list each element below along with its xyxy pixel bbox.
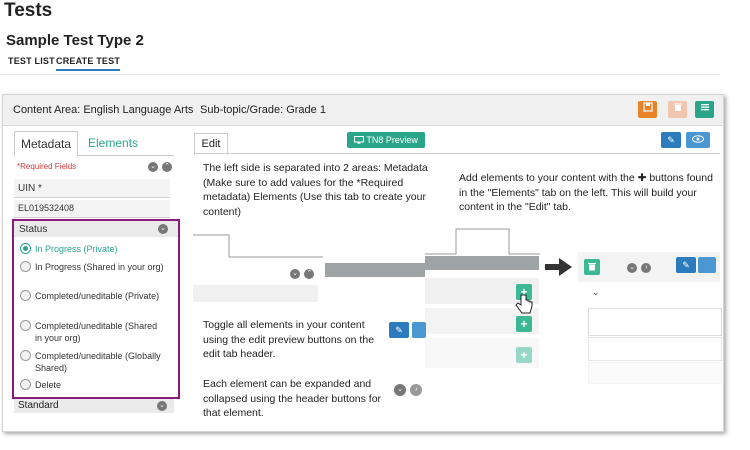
standard-header[interactable]: Standard ⌄ [14, 399, 174, 413]
element-delete-button [584, 259, 600, 275]
preview-mode-button[interactable] [686, 132, 710, 148]
arrow-right-icon [545, 258, 572, 276]
required-note: *Required Fields [17, 162, 77, 171]
standard-label: Standard [18, 400, 59, 411]
menu-button[interactable] [695, 101, 714, 118]
eye-icon [692, 135, 704, 143]
divider [0, 74, 720, 75]
panel-header: Content Area: English Language Arts Sub-… [3, 95, 723, 126]
test-type-title: Sample Test Type 2 [6, 32, 144, 49]
element-header-bar [325, 263, 425, 277]
subtopic-label: Sub-topic/Grade: Grade 1 [200, 104, 326, 116]
standard-expand-icon[interactable]: ⌄ [157, 401, 167, 411]
radio[interactable] [20, 320, 31, 331]
save-button[interactable] [638, 101, 657, 118]
next-icon: › [641, 262, 652, 273]
content-field-2 [588, 337, 722, 361]
expand-collapse-pair: ⌄ ⌃ [290, 265, 320, 279]
status-option-label: In Progress (Private) [35, 244, 118, 254]
status-option-label: Completed/uneditable (Shared in your org… [35, 321, 158, 343]
page-title: Tests [4, 0, 53, 21]
trash-icon [588, 263, 596, 271]
element-body-placeholder [193, 285, 318, 302]
tabbed-container-illustration [193, 234, 323, 258]
collapse-icon: ⌄ [290, 268, 300, 279]
edit-mode-button[interactable]: ✎ [661, 132, 681, 148]
status-collapse-icon[interactable]: ⌄ [158, 224, 168, 234]
trash-icon [673, 103, 682, 111]
radio[interactable] [20, 350, 31, 361]
status-header: Status ⌄ [14, 221, 178, 237]
element-expand-collapse: ⌄ › [627, 259, 667, 273]
left-tabs: Metadata Elements [14, 131, 174, 157]
radio-selected[interactable] [20, 243, 31, 254]
status-group: Status ⌄ In Progress (Private) In Progre… [12, 219, 180, 399]
tn8-preview-label: TN8 Preview [366, 135, 418, 145]
uin-label-row: UIN * [14, 179, 170, 198]
edit-toggle-sample: ✎ [389, 322, 409, 338]
add-element-button[interactable]: + [516, 347, 532, 363]
status-label: Status [19, 224, 48, 235]
expand-all-icon[interactable]: ⌃ [162, 162, 172, 172]
elements-header-bar [425, 256, 539, 270]
status-option-label: Delete [35, 380, 62, 390]
status-option-label: In Progress (Shared in your org) [35, 262, 164, 272]
tab-create-test[interactable]: CREATE TEST [56, 56, 121, 71]
collapse-icon: ⌄ [394, 383, 406, 396]
tab-test-list[interactable]: TEST LIST [8, 56, 55, 66]
uin-value: EL019532408 [18, 203, 75, 213]
status-option-label: Completed/uneditable (Private) [35, 291, 160, 301]
next-icon: › [410, 383, 423, 396]
elements-tab-illustration [425, 228, 540, 255]
hamburger-icon [700, 104, 709, 111]
preview-mode-button-sample [698, 257, 716, 273]
save-icon [642, 102, 653, 112]
status-option-label: Completed/uneditable (Globally Shared) [35, 351, 161, 373]
delete-button[interactable] [668, 101, 687, 118]
instruction-toggle: Toggle all elements in your content usin… [203, 319, 375, 360]
content-area-label: Content Area: English Language Arts [13, 104, 194, 116]
tab-edit[interactable]: Edit [194, 133, 228, 155]
hand-cursor-icon [515, 294, 533, 314]
radio[interactable] [20, 261, 31, 272]
instruction-expand: Each element can be expanded and collaps… [203, 378, 382, 419]
instruction-left-side: The left side is separated into 2 areas:… [203, 162, 428, 218]
tab-elements[interactable]: Elements [82, 131, 144, 155]
edit-mode-button-sample: ✎ [676, 257, 696, 273]
content-field-3 [588, 362, 722, 384]
instruction-add-elements: Add elements to your content with the ✚ … [459, 172, 713, 213]
collapse-all-icon[interactable]: ⌄ [148, 162, 158, 172]
element-header-buttons-sample: ⌄ › [394, 381, 434, 396]
uin-field[interactable]: EL019532408 [14, 200, 170, 218]
add-element-button[interactable]: + [516, 316, 532, 332]
radio[interactable] [20, 379, 31, 390]
tn8-preview-button[interactable]: TN8 Preview [347, 132, 425, 148]
monitor-icon [354, 136, 365, 144]
content-field-1 [588, 308, 722, 336]
collapse-icon: ⌄ [627, 262, 637, 273]
uin-label: UIN * [18, 183, 42, 194]
edit-tab-line [194, 153, 720, 154]
preview-toggle-sample [412, 322, 426, 338]
chevron-down-icon: ⌄ [592, 287, 600, 297]
tab-metadata[interactable]: Metadata [14, 131, 79, 157]
radio[interactable] [20, 290, 31, 301]
